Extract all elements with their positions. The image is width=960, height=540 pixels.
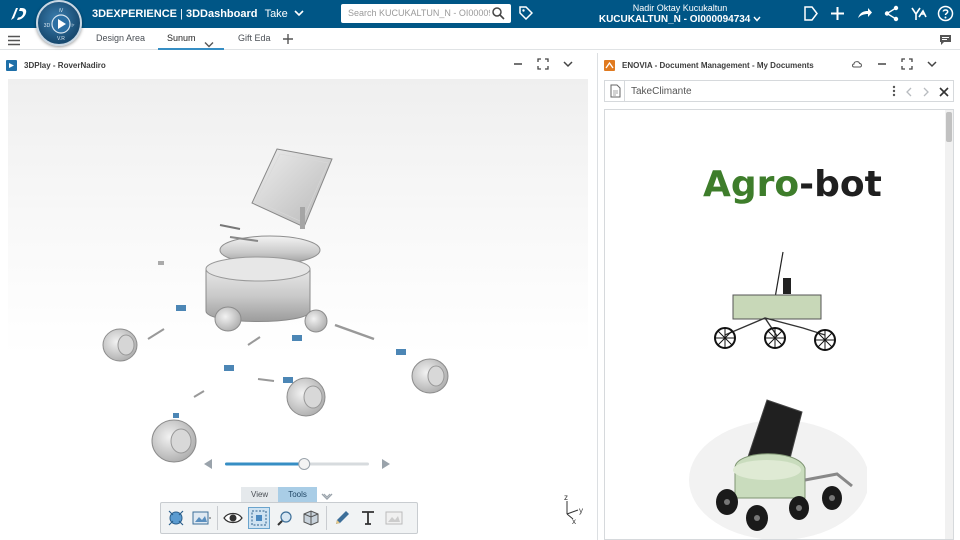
svg-text:i⁷: i⁷ xyxy=(72,23,75,29)
tab-tools[interactable]: Tools xyxy=(278,487,317,502)
toolbar-separator xyxy=(326,506,327,530)
previous-document-icon[interactable] xyxy=(905,84,913,102)
tab-view[interactable]: View xyxy=(241,487,279,502)
chevron-down-icon[interactable] xyxy=(562,58,574,72)
user-id: KUCUKALTUN_N - OI000094734 xyxy=(598,14,751,25)
animation-slider[interactable] xyxy=(203,457,393,471)
chat-icon[interactable] xyxy=(939,33,952,51)
wheel[interactable] xyxy=(151,419,197,463)
action-bar xyxy=(160,502,418,534)
close-icon[interactable] xyxy=(939,84,949,102)
axis-triad: z y x xyxy=(560,493,586,529)
apps-icon[interactable] xyxy=(910,5,927,22)
user-menu[interactable]: Nadir Oktay Kucukaltun KUCUKALTUN_N - OI… xyxy=(590,3,770,25)
dassault-logo-icon[interactable] xyxy=(8,4,30,24)
compass-label: V.R xyxy=(57,36,65,42)
heading-part-agro: Agro xyxy=(703,164,800,205)
add-tab-icon[interactable] xyxy=(282,32,294,50)
document-name: TakeClimante xyxy=(631,86,692,97)
wheel[interactable] xyxy=(102,328,138,362)
chevron-down-icon[interactable] xyxy=(926,58,938,72)
toolbar-separator xyxy=(217,506,218,530)
compass-3d-label: 3D xyxy=(44,23,51,29)
agro-bot-3d-render xyxy=(689,399,867,539)
agro-bot-side-drawing xyxy=(714,251,836,351)
pencil-markup-icon[interactable] xyxy=(331,507,353,529)
visibility-eye-icon[interactable] xyxy=(222,507,244,529)
top-bar: iV i⁷ V.R 3D 3DEXPERIENCE | 3DDashboard … xyxy=(0,0,960,46)
maximize-icon[interactable] xyxy=(901,58,913,72)
document-management-widget: ENOVIA - Document Management - My Docume… xyxy=(597,53,960,540)
active-tab-indicator xyxy=(158,48,224,50)
dashboard-tab-bar: Design Area Sunum Gift Eda xyxy=(0,28,960,50)
menu-icon[interactable] xyxy=(8,33,20,51)
tab-sunum[interactable]: Sunum xyxy=(167,33,196,43)
document-heading: Agro-bot xyxy=(703,164,882,205)
svg-text:iV: iV xyxy=(59,8,64,14)
enovia-app-icon xyxy=(604,60,615,73)
collapse-chevron-icon[interactable] xyxy=(321,489,333,502)
wheel[interactable] xyxy=(286,377,326,417)
tag-flag-icon[interactable] xyxy=(802,5,819,22)
add-icon[interactable] xyxy=(829,5,846,22)
chevron-down-icon xyxy=(294,10,304,17)
document-preview[interactable]: Agro-bot xyxy=(604,109,954,540)
title-separator: | xyxy=(176,8,186,20)
share-arrow-icon[interactable] xyxy=(856,5,873,22)
tag-icon[interactable] xyxy=(519,6,534,25)
scrollbar-thumb[interactable] xyxy=(946,112,952,142)
dashboard-context: Take xyxy=(264,8,288,20)
wheel[interactable] xyxy=(411,358,449,394)
heading-part-bot: -bot xyxy=(799,164,882,205)
select-tool-icon[interactable] xyxy=(248,507,270,529)
section-cube-icon[interactable] xyxy=(300,507,322,529)
image-annotation-icon[interactable] xyxy=(383,507,405,529)
screenshot-tool-icon[interactable] xyxy=(191,507,213,529)
chevron-down-icon xyxy=(753,16,761,22)
compass-icon[interactable]: iV i⁷ V.R 3D xyxy=(36,0,82,46)
wheel[interactable] xyxy=(304,309,328,333)
minimize-icon[interactable] xyxy=(512,58,524,72)
text-annotation-icon[interactable] xyxy=(357,507,379,529)
3d-viewport[interactable]: z y x xyxy=(8,79,588,539)
user-name: Nadir Oktay Kucukaltun xyxy=(632,3,728,13)
help-icon[interactable] xyxy=(937,5,954,22)
zoom-area-icon[interactable] xyxy=(274,507,296,529)
action-bar-tabs: View Tools xyxy=(241,487,333,502)
step-forward-icon[interactable] xyxy=(382,459,390,469)
3dplay-widget: 3DPlay - RoverNadiro z y x View Tools xyxy=(0,53,593,540)
slider-handle[interactable] xyxy=(298,458,311,470)
document-header-bar: TakeClimante xyxy=(604,80,954,102)
document-icon xyxy=(605,81,625,101)
cloud-icon[interactable] xyxy=(851,58,863,72)
explode-tool-icon[interactable] xyxy=(165,507,187,529)
widget-title: ENOVIA - Document Management - My Docume… xyxy=(622,61,814,70)
3dplay-app-icon xyxy=(6,60,17,73)
slider-fill xyxy=(225,462,305,466)
search-icon[interactable] xyxy=(490,7,505,22)
wheel[interactable] xyxy=(214,306,242,332)
solar-panel[interactable] xyxy=(251,148,333,229)
search-placeholder: Search KUCUKALTUN_N - OI0000947 xyxy=(348,8,504,18)
dashboard-label: 3DDashboard xyxy=(185,8,258,20)
tab-gift-eda[interactable]: Gift Eda xyxy=(238,33,271,43)
axis-y-label: y xyxy=(579,506,583,515)
next-document-icon[interactable] xyxy=(922,84,930,102)
share-network-icon[interactable] xyxy=(883,5,900,22)
widget-header: ENOVIA - Document Management - My Docume… xyxy=(598,53,960,78)
search-input[interactable]: Search KUCUKALTUN_N - OI0000947 xyxy=(341,4,511,23)
axis-x-label: x xyxy=(572,517,576,524)
more-options-icon[interactable] xyxy=(892,84,896,102)
axis-z-label: z xyxy=(564,494,568,502)
app-title[interactable]: 3DEXPERIENCE | 3DDashboard Take xyxy=(92,8,304,20)
chevron-down-icon[interactable] xyxy=(204,35,214,53)
step-back-icon[interactable] xyxy=(204,459,212,469)
minimize-icon[interactable] xyxy=(876,58,888,72)
document-scrollbar[interactable] xyxy=(945,110,953,539)
maximize-icon[interactable] xyxy=(537,58,549,72)
widget-header: 3DPlay - RoverNadiro xyxy=(0,53,593,78)
tab-design-area[interactable]: Design Area xyxy=(96,33,145,43)
widget-title: 3DPlay - RoverNadiro xyxy=(24,61,106,70)
brand-label: 3DEXPERIENCE xyxy=(92,8,177,20)
